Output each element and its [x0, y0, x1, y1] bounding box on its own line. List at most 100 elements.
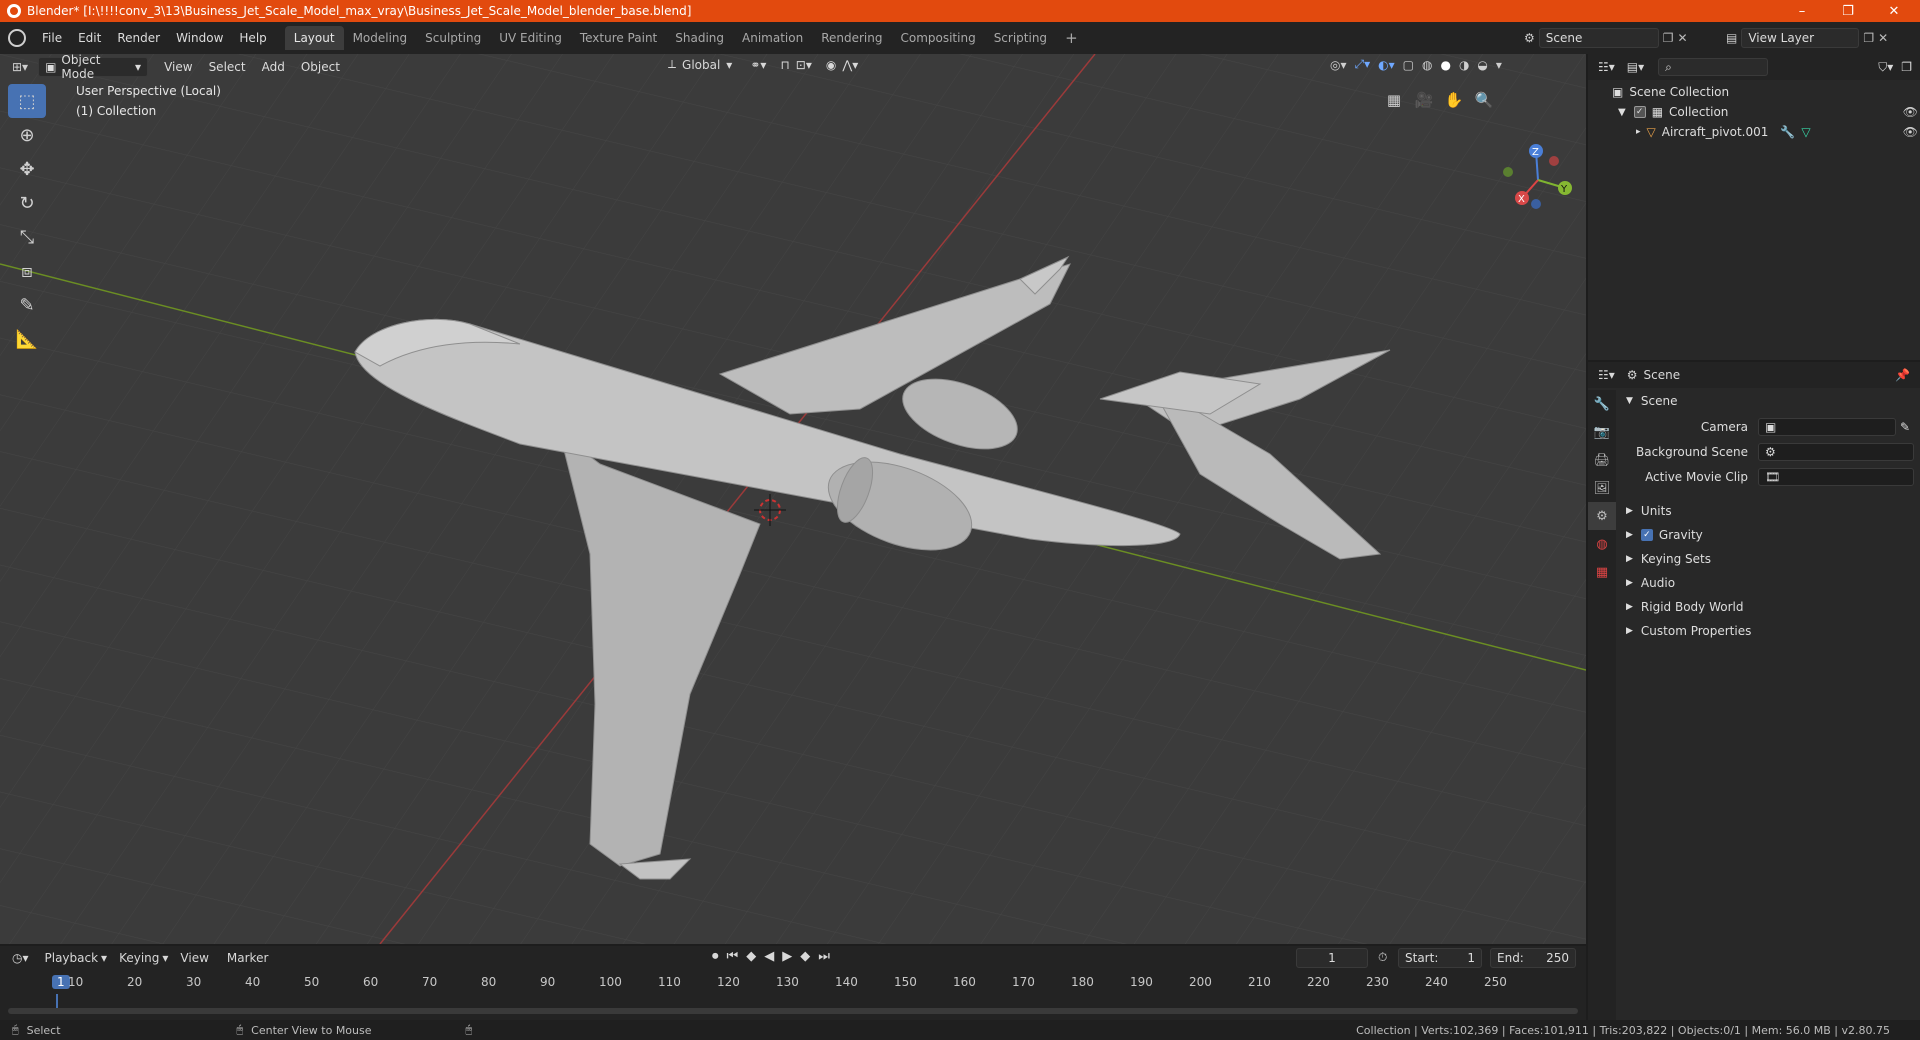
- texture-tab-icon[interactable]: ▦: [1588, 558, 1616, 586]
- shading-options-icon[interactable]: ▾: [1496, 58, 1502, 72]
- zoom-view-icon[interactable]: 🔍: [1472, 88, 1496, 112]
- new-scene-icon[interactable]: ❐: [1663, 31, 1674, 45]
- render-tab-icon[interactable]: 📷: [1588, 418, 1616, 446]
- snap-target-icon[interactable]: ⊡▾: [796, 58, 812, 72]
- tab-texture-paint[interactable]: Texture Paint: [571, 26, 666, 50]
- tab-modeling[interactable]: Modeling: [344, 26, 417, 50]
- cursor-tool[interactable]: ⊕: [8, 118, 46, 152]
- timeline-scrollbar[interactable]: [8, 1008, 1578, 1014]
- solid-shading-icon[interactable]: ●: [1440, 58, 1450, 72]
- xray-icon[interactable]: ▢: [1403, 58, 1414, 72]
- 3d-viewport[interactable]: Z Y X ⊞▾ ▣ Object Mode ▾ View Select Add…: [0, 54, 1586, 944]
- timeline-menu-view[interactable]: View: [180, 951, 208, 965]
- scene-tab-icon[interactable]: ⚙: [1588, 502, 1616, 530]
- tab-sculpting[interactable]: Sculpting: [416, 26, 490, 50]
- viewport-menu-object[interactable]: Object: [293, 58, 348, 76]
- rigid-body-world-section[interactable]: ▶ Rigid Body World: [1626, 600, 1743, 614]
- new-collection-icon[interactable]: ❐: [1901, 60, 1912, 74]
- viewport-menu-add[interactable]: Add: [254, 58, 293, 76]
- tab-uv-editing[interactable]: UV Editing: [490, 26, 571, 50]
- timeline-menu-playback[interactable]: Playback: [45, 951, 99, 965]
- gravity-checkbox[interactable]: ✓: [1640, 529, 1653, 541]
- rotate-tool[interactable]: ↻: [8, 186, 46, 220]
- end-frame-field[interactable]: End: 250: [1490, 948, 1576, 968]
- viewport-menu-view[interactable]: View: [156, 58, 200, 76]
- remove-scene-icon[interactable]: ✕: [1678, 31, 1688, 45]
- next-keyframe-icon[interactable]: ◆: [800, 949, 810, 964]
- select-box-tool[interactable]: ⬚: [8, 84, 46, 118]
- menu-help[interactable]: Help: [231, 31, 274, 45]
- material-shading-icon[interactable]: ◑: [1459, 58, 1469, 72]
- expand-arrow-icon[interactable]: ▸: [1636, 127, 1641, 137]
- gravity-section[interactable]: ▶ ✓ Gravity: [1626, 528, 1703, 542]
- viewport-scene[interactable]: Z Y X: [0, 54, 1586, 944]
- pan-view-icon[interactable]: ✋: [1442, 88, 1466, 112]
- jump-start-icon[interactable]: ⏮: [727, 949, 739, 964]
- start-frame-field[interactable]: Start: 1: [1398, 948, 1482, 968]
- active-movie-clip-field[interactable]: 🎞: [1758, 468, 1914, 486]
- prev-keyframe-icon[interactable]: ◆: [746, 949, 756, 964]
- outliner-object-row[interactable]: ▸ ▽ Aircraft_pivot.001 🔧 ▽ 👁: [1636, 125, 1918, 139]
- add-workspace-button[interactable]: +: [1056, 24, 1087, 52]
- visibility-icon[interactable]: ◎▾: [1330, 58, 1347, 72]
- view-layer-field[interactable]: View Layer: [1741, 28, 1860, 48]
- expand-arrow-icon[interactable]: ▼: [1618, 107, 1626, 118]
- move-tool[interactable]: ✥: [8, 152, 46, 186]
- pin-icon[interactable]: 📌: [1895, 368, 1910, 382]
- transform-tool[interactable]: ⧈: [8, 254, 46, 288]
- rendered-shading-icon[interactable]: ◒: [1477, 58, 1487, 72]
- audio-section[interactable]: ▶ Audio: [1626, 576, 1675, 590]
- close-button[interactable]: ✕: [1872, 0, 1916, 22]
- outliner-search-input[interactable]: ⌕: [1658, 58, 1769, 76]
- units-section[interactable]: ▶ Units: [1626, 504, 1672, 518]
- outliner-editor-type-icon[interactable]: ☷▾: [1598, 60, 1615, 74]
- annotate-tool[interactable]: ✎: [8, 288, 46, 322]
- remove-view-layer-icon[interactable]: ✕: [1878, 31, 1888, 45]
- minimize-button[interactable]: –: [1780, 0, 1824, 22]
- timeline-menu-marker[interactable]: Marker: [227, 951, 268, 965]
- pivot-icon[interactable]: ⚭▾: [750, 58, 766, 72]
- tab-shading[interactable]: Shading: [666, 26, 733, 50]
- display-mode-icon[interactable]: ▤▾: [1627, 60, 1644, 74]
- filter-icon[interactable]: ⛉▾: [1878, 60, 1893, 75]
- view-layer-tab-icon[interactable]: 🖼: [1588, 474, 1616, 502]
- tab-rendering[interactable]: Rendering: [812, 26, 891, 50]
- play-icon[interactable]: ▶: [782, 949, 792, 964]
- playhead[interactable]: [56, 994, 58, 1008]
- scene-panel-header[interactable]: ▼ Scene: [1626, 394, 1678, 408]
- play-reverse-icon[interactable]: ◀: [764, 949, 774, 964]
- new-view-layer-icon[interactable]: ❐: [1863, 31, 1874, 45]
- collection-checkbox[interactable]: ✓: [1633, 106, 1646, 118]
- world-tab-icon[interactable]: ◍: [1588, 530, 1616, 558]
- timeline-ruler[interactable]: 1 10 20 30 40 50 60 70 80 90 100 110 120 130 140 150 160…: [0, 972, 1586, 994]
- outliner-collection-row[interactable]: ▼ ✓ ▦ Collection 👁: [1618, 105, 1918, 119]
- maximize-button[interactable]: ❐: [1826, 0, 1870, 22]
- menu-edit[interactable]: Edit: [70, 31, 109, 45]
- editor-type-icon[interactable]: ⊞▾: [12, 60, 28, 74]
- camera-field[interactable]: ▣: [1758, 418, 1896, 436]
- blender-menu-icon[interactable]: [8, 29, 26, 47]
- timeline-editor-type-icon[interactable]: ◷▾: [12, 951, 29, 965]
- orientation-dropdown[interactable]: Global: [682, 58, 720, 72]
- tab-layout[interactable]: Layout: [284, 26, 344, 50]
- record-icon[interactable]: ⏺: [712, 949, 719, 964]
- viewport-menu-select[interactable]: Select: [201, 58, 254, 76]
- output-tab-icon[interactable]: 🖨: [1588, 446, 1616, 474]
- object-visibility-eye-icon[interactable]: 👁: [1903, 125, 1918, 139]
- mode-selector[interactable]: ▣ Object Mode ▾: [38, 54, 149, 81]
- tab-scripting[interactable]: Scripting: [985, 26, 1056, 50]
- gizmo-toggle-icon[interactable]: ⤢▾: [1355, 57, 1371, 72]
- keying-sets-section[interactable]: ▶ Keying Sets: [1626, 552, 1711, 566]
- tool-settings-tab-icon[interactable]: 🔧: [1588, 390, 1616, 418]
- scene-field[interactable]: Scene: [1538, 28, 1659, 48]
- collection-visibility-eye-icon[interactable]: 👁: [1903, 105, 1918, 119]
- toggle-ortho-icon[interactable]: ▦: [1382, 88, 1406, 112]
- menu-window[interactable]: Window: [168, 31, 231, 45]
- outliner-scene-collection[interactable]: ▣ Scene Collection: [1612, 85, 1729, 99]
- camera-view-icon[interactable]: 🎥: [1412, 88, 1436, 112]
- wireframe-shading-icon[interactable]: ◍: [1422, 58, 1432, 72]
- scale-tool[interactable]: ⤡: [8, 220, 46, 254]
- eyedropper-icon[interactable]: ✎: [1900, 420, 1910, 434]
- overlay-toggle-icon[interactable]: ◐▾: [1378, 58, 1395, 72]
- stopwatch-icon[interactable]: ⏱: [1378, 950, 1387, 965]
